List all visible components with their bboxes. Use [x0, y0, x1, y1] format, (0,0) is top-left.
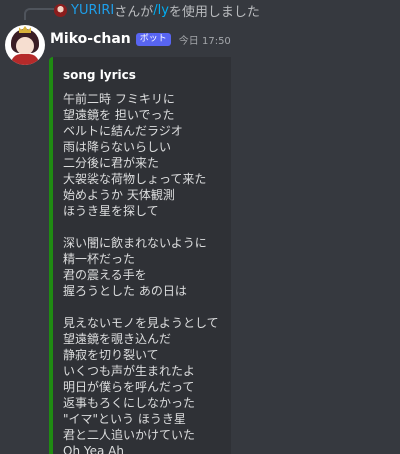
lyric-line: 二分後に君が来た [63, 156, 160, 170]
avatar-body [11, 54, 39, 65]
lyric-line: いくつも声が生まれたよ [63, 364, 196, 378]
lyric-line: 雨は降らないらしい [63, 140, 172, 154]
lyric-line: 見えないモノを見ようとして [63, 316, 219, 330]
bot-badge: ボット [135, 32, 171, 46]
lyric-blank-line [63, 299, 231, 315]
command-reply-header[interactable]: YURIRI さんが /ly を使用しました [54, 2, 260, 20]
reply-command[interactable]: /ly [153, 3, 169, 18]
lyric-line: 深い闇に飲まれないように [63, 236, 207, 250]
avatar-crown [19, 26, 31, 33]
lyric-blank-line [63, 219, 231, 235]
lyric-line: "イマ"という ほうき星 [63, 412, 186, 426]
lyric-line: 大袈裟な荷物しょって来た [63, 172, 207, 186]
lyric-line: Oh Yea Ah [63, 444, 124, 454]
reply-text-before: さんが [114, 4, 154, 20]
lyric-line: 午前二時 フミキリに [63, 92, 175, 106]
lyric-line: 静寂を切り裂いて [63, 348, 159, 362]
lyric-line: 始めようか 天体観測 [63, 188, 175, 202]
lyric-line: 明日が僕らを呼んだって [63, 380, 195, 394]
message-header: Miko-chan ボット 今日 17:50 [50, 30, 231, 48]
lyric-line: 握ろうとした あの日は [63, 284, 187, 298]
lyric-line: ほうき星を探して [63, 204, 159, 218]
bot-avatar[interactable] [5, 25, 45, 65]
lyric-line: 返事もろくにしなかった [63, 396, 196, 410]
author-name[interactable]: Miko-chan [50, 31, 131, 47]
lyric-line: ベルトに結んだラジオ [63, 124, 183, 138]
reply-text-after: を使用しました [168, 4, 260, 20]
user-mini-avatar[interactable] [54, 3, 67, 17]
lyric-line: 精一杯だった [63, 252, 136, 266]
lyric-line: 君の震える手を [63, 268, 147, 282]
lyric-line: 望遠鏡を 担いでった [63, 108, 175, 122]
lyric-line: 君と二人追いかけていた [63, 428, 196, 442]
lyrics-embed: song lyrics 午前二時 フミキリに 望遠鏡を 担いでった ベルトに結ん… [49, 57, 231, 454]
avatar-face [16, 37, 34, 55]
reply-username[interactable]: YURIRI [71, 3, 114, 18]
lyric-line: 望遠鏡を覗き込んだ [63, 332, 172, 346]
embed-title: song lyrics [63, 68, 136, 82]
reply-connector [24, 8, 54, 20]
lyrics-list: 午前二時 フミキリに 望遠鏡を 担いでった ベルトに結んだラジオ 雨は降らないら… [63, 91, 231, 454]
message-timestamp[interactable]: 今日 17:50 [179, 32, 231, 47]
